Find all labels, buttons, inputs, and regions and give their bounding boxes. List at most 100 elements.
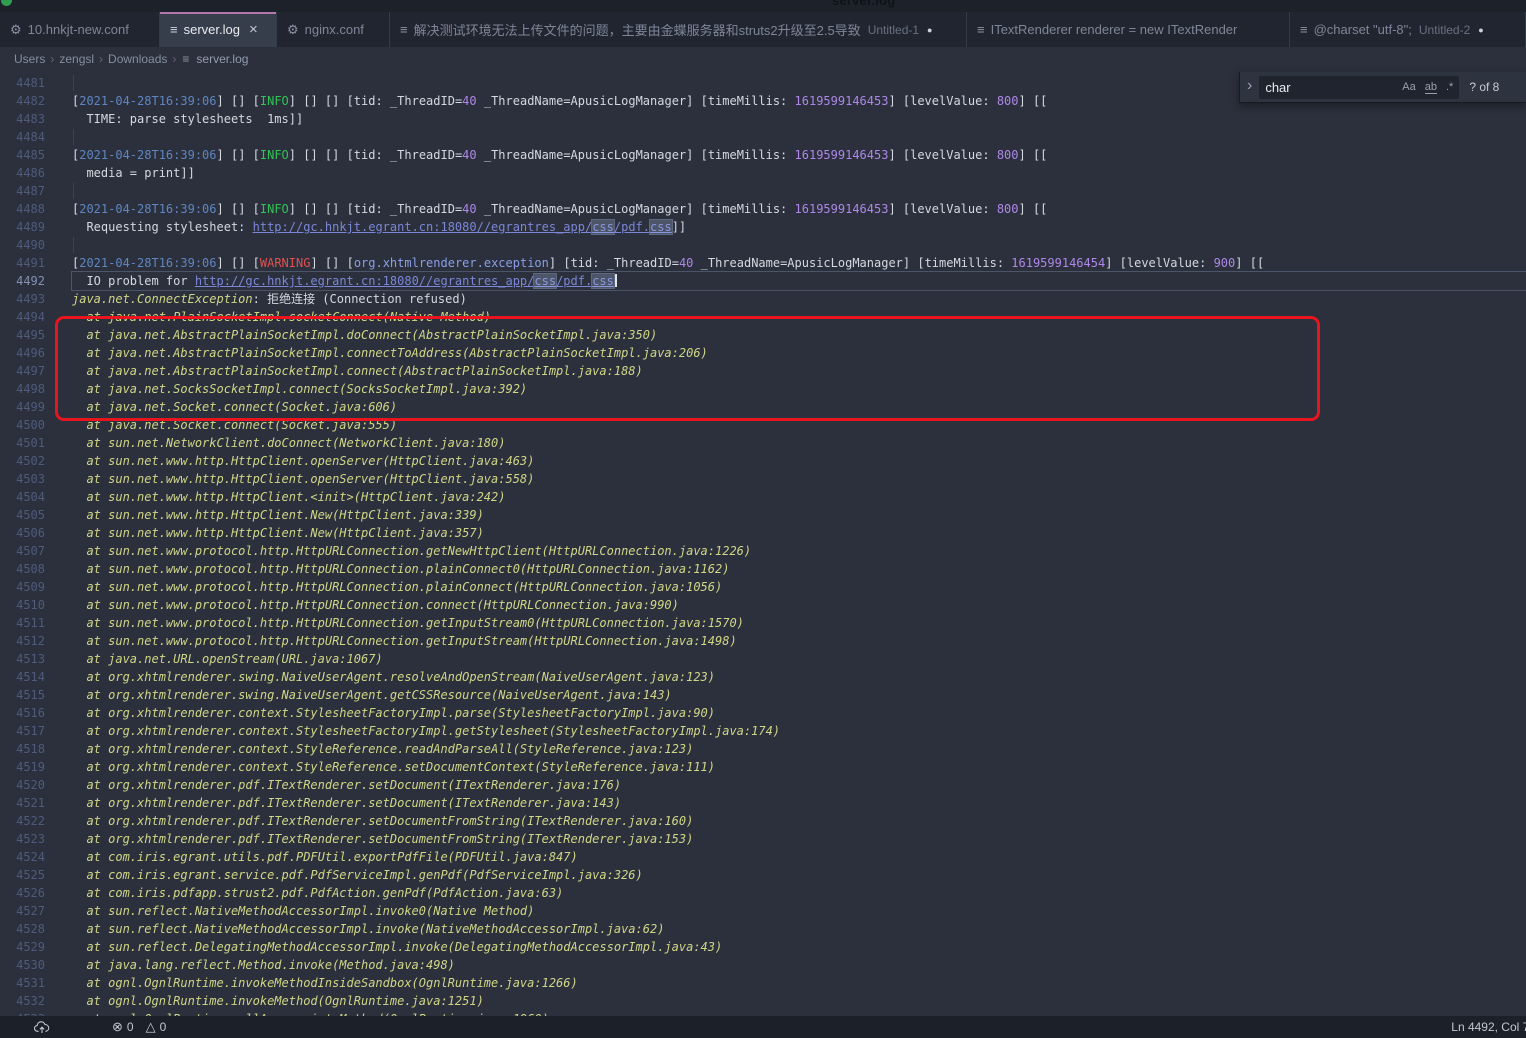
line-number[interactable]: 4499: [0, 398, 45, 416]
line-number[interactable]: 4489: [0, 218, 45, 236]
log-line[interactable]: 4512 at sun.net.www.protocol.http.HttpUR…: [0, 632, 1526, 650]
line-number[interactable]: 4518: [0, 740, 45, 758]
log-line[interactable]: 4520 at org.xhtmlrenderer.pdf.ITextRende…: [0, 776, 1526, 794]
line-number[interactable]: 4506: [0, 524, 45, 542]
log-line[interactable]: 4510 at sun.net.www.protocol.http.HttpUR…: [0, 596, 1526, 614]
line-number[interactable]: 4505: [0, 506, 45, 524]
problems-indicator[interactable]: ⊗ 0 △ 0: [112, 1019, 174, 1035]
traffic-light-green-icon[interactable]: [1, 0, 12, 6]
tab-2[interactable]: ≡server.log×: [160, 12, 277, 47]
log-line[interactable]: 4507 at sun.net.www.protocol.http.HttpUR…: [0, 542, 1526, 560]
line-number[interactable]: 4509: [0, 578, 45, 596]
tab-1[interactable]: ⚙10.hnkjt-new.conf: [0, 12, 160, 47]
log-line[interactable]: 4485[2021-04-28T16:39:06] [] [INFO] [] […: [0, 146, 1526, 164]
log-line[interactable]: 4519 at org.xhtmlrenderer.context.StyleR…: [0, 758, 1526, 776]
line-number[interactable]: 4523: [0, 830, 45, 848]
match-case-icon[interactable]: Aa: [1402, 81, 1415, 93]
breadcrumb-item[interactable]: zengsl: [59, 52, 94, 66]
log-line[interactable]: 4524 at com.iris.egrant.utils.pdf.PDFUti…: [0, 848, 1526, 866]
breadcrumb-item[interactable]: Users: [14, 52, 45, 66]
line-number[interactable]: 4500: [0, 416, 45, 434]
line-number[interactable]: 4525: [0, 866, 45, 884]
log-line[interactable]: 4515 at org.xhtmlrenderer.swing.NaiveUse…: [0, 686, 1526, 704]
line-number[interactable]: 4481: [0, 74, 45, 92]
log-line[interactable]: 4505 at sun.net.www.http.HttpClient.New(…: [0, 506, 1526, 524]
line-number[interactable]: 4502: [0, 452, 45, 470]
log-line[interactable]: 4489 Requesting stylesheet: http://gc.hn…: [0, 218, 1526, 236]
line-number[interactable]: 4485: [0, 146, 45, 164]
log-line[interactable]: 4488[2021-04-28T16:39:06] [] [INFO] [] […: [0, 200, 1526, 218]
log-line[interactable]: 4492 IO problem for http://gc.hnkjt.egra…: [0, 272, 1526, 290]
log-line[interactable]: 4528 at sun.reflect.NativeMethodAccessor…: [0, 920, 1526, 938]
log-line[interactable]: 4509 at sun.net.www.protocol.http.HttpUR…: [0, 578, 1526, 596]
toggle-replace-chevron-icon[interactable]: ›: [1240, 77, 1259, 97]
line-number[interactable]: 4482: [0, 92, 45, 110]
line-number[interactable]: 4516: [0, 704, 45, 722]
line-number[interactable]: 4501: [0, 434, 45, 452]
log-line[interactable]: 4511 at sun.net.www.protocol.http.HttpUR…: [0, 614, 1526, 632]
log-line[interactable]: 4514 at org.xhtmlrenderer.swing.NaiveUse…: [0, 668, 1526, 686]
cloud-upload-icon[interactable]: [34, 1019, 50, 1035]
line-number[interactable]: 4496: [0, 344, 45, 362]
log-line[interactable]: 4487: [0, 182, 1526, 200]
line-number[interactable]: 4514: [0, 668, 45, 686]
line-number[interactable]: 4532: [0, 992, 45, 1010]
line-number[interactable]: 4513: [0, 650, 45, 668]
log-line[interactable]: 4494 at java.net.PlainSocketImpl.socketC…: [0, 308, 1526, 326]
line-number[interactable]: 4520: [0, 776, 45, 794]
line-number[interactable]: 4503: [0, 470, 45, 488]
log-line[interactable]: 4499 at java.net.Socket.connect(Socket.j…: [0, 398, 1526, 416]
log-line[interactable]: 4532 at ognl.OgnlRuntime.invokeMethod(Og…: [0, 992, 1526, 1010]
log-line[interactable]: 4484: [0, 128, 1526, 146]
line-number[interactable]: 4490: [0, 236, 45, 254]
log-line[interactable]: 4490: [0, 236, 1526, 254]
log-line[interactable]: 4497 at java.net.AbstractPlainSocketImpl…: [0, 362, 1526, 380]
log-line[interactable]: 4522 at org.xhtmlrenderer.pdf.ITextRende…: [0, 812, 1526, 830]
editor[interactable]: 44814482[2021-04-28T16:39:06] [] [INFO] …: [0, 70, 1526, 1016]
whole-word-icon[interactable]: ab: [1425, 81, 1437, 94]
log-line[interactable]: 4498 at java.net.SocksSocketImpl.connect…: [0, 380, 1526, 398]
tab-3[interactable]: ⚙nginx.conf: [277, 12, 390, 47]
line-number[interactable]: 4511: [0, 614, 45, 632]
log-line[interactable]: 4530 at java.lang.reflect.Method.invoke(…: [0, 956, 1526, 974]
log-line[interactable]: 4526 at com.iris.pdfapp.strust2.pdf.PdfA…: [0, 884, 1526, 902]
tab-4[interactable]: ≡解决测试环境无法上传文件的问题，主要由金蝶服务器和struts2升级至2.5导…: [390, 12, 967, 47]
log-line[interactable]: 4503 at sun.net.www.http.HttpClient.open…: [0, 470, 1526, 488]
regex-icon[interactable]: .*: [1446, 81, 1453, 93]
log-line[interactable]: 4483 TIME: parse stylesheets 1ms]]: [0, 110, 1526, 128]
line-number[interactable]: 4486: [0, 164, 45, 182]
line-number[interactable]: 4498: [0, 380, 45, 398]
log-line[interactable]: 4500 at java.net.Socket.connect(Socket.j…: [0, 416, 1526, 434]
log-line[interactable]: 4525 at com.iris.egrant.service.pdf.PdfS…: [0, 866, 1526, 884]
log-line[interactable]: 4493java.net.ConnectException: 拒绝连接 (Con…: [0, 290, 1526, 308]
log-line[interactable]: 4521 at org.xhtmlrenderer.pdf.ITextRende…: [0, 794, 1526, 812]
log-line[interactable]: 4495 at java.net.AbstractPlainSocketImpl…: [0, 326, 1526, 344]
line-number[interactable]: 4528: [0, 920, 45, 938]
line-number[interactable]: 4491: [0, 254, 45, 272]
line-number[interactable]: 4531: [0, 974, 45, 992]
log-line[interactable]: 4491[2021-04-28T16:39:06] [] [WARNING] […: [0, 254, 1526, 272]
log-line[interactable]: 4506 at sun.net.www.http.HttpClient.New(…: [0, 524, 1526, 542]
line-number[interactable]: 4517: [0, 722, 45, 740]
line-number[interactable]: 4527: [0, 902, 45, 920]
log-line[interactable]: 4517 at org.xhtmlrenderer.context.Styles…: [0, 722, 1526, 740]
line-number[interactable]: 4529: [0, 938, 45, 956]
line-number[interactable]: 4519: [0, 758, 45, 776]
line-number[interactable]: 4526: [0, 884, 45, 902]
line-number[interactable]: 4508: [0, 560, 45, 578]
line-number[interactable]: 4530: [0, 956, 45, 974]
line-number[interactable]: 4510: [0, 596, 45, 614]
line-number[interactable]: 4515: [0, 686, 45, 704]
log-line[interactable]: 4516 at org.xhtmlrenderer.context.Styles…: [0, 704, 1526, 722]
breadcrumb-item[interactable]: Downloads: [108, 52, 167, 66]
line-number[interactable]: 4493: [0, 290, 45, 308]
search-input[interactable]: char Aa ab .*: [1259, 76, 1459, 99]
log-line[interactable]: 4502 at sun.net.www.http.HttpClient.open…: [0, 452, 1526, 470]
line-number[interactable]: 4494: [0, 308, 45, 326]
line-number[interactable]: 4492: [0, 272, 45, 290]
line-number[interactable]: 4512: [0, 632, 45, 650]
log-line[interactable]: 4496 at java.net.AbstractPlainSocketImpl…: [0, 344, 1526, 362]
log-line[interactable]: 4518 at org.xhtmlrenderer.context.StyleR…: [0, 740, 1526, 758]
breadcrumb-file[interactable]: server.log: [196, 52, 248, 66]
line-number[interactable]: 4522: [0, 812, 45, 830]
